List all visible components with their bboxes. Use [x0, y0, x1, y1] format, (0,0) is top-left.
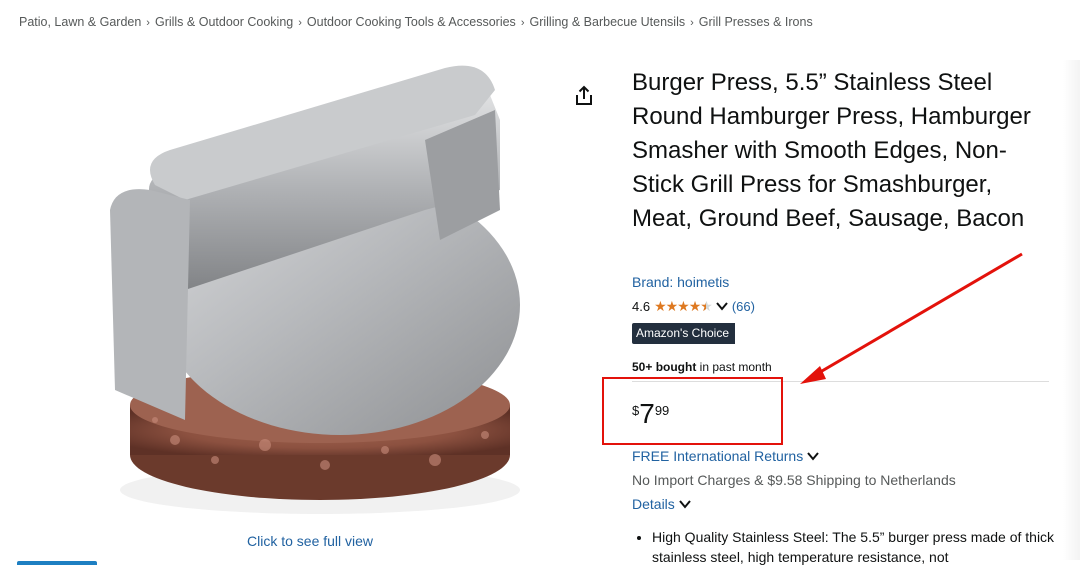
breadcrumb-separator: › — [520, 17, 525, 29]
rating-count-link[interactable]: (66) — [732, 299, 755, 314]
annotation-highlight-box — [602, 377, 783, 445]
brand-link[interactable]: Brand: hoimetis — [632, 274, 729, 290]
burger-press-image — [110, 65, 520, 514]
star-rating-icon[interactable]: ★★★★★★ — [654, 298, 713, 315]
product-title: Burger Press, 5.5” Stainless Steel Round… — [632, 69, 1031, 232]
breadcrumb-separator: › — [298, 17, 302, 29]
product-image[interactable] — [95, 60, 535, 525]
breadcrumb-separator: › — [146, 17, 150, 29]
breadcrumb-item-utensils[interactable]: Grilling & Barbecue Utensils — [529, 15, 685, 29]
breadcrumb-item-grill-presses[interactable]: Grill Presses & Irons — [699, 15, 813, 29]
details-label: Details — [632, 496, 675, 512]
feature-bullets: High Quality Stainless Steel: The 5.5” b… — [632, 527, 1062, 567]
share-icon[interactable] — [572, 84, 596, 108]
breadcrumb-item-patio[interactable]: Patio, Lawn & Garden — [19, 15, 141, 29]
free-returns-link[interactable]: FREE International Returns — [632, 448, 819, 464]
returns-label: FREE International Returns — [632, 448, 804, 464]
annotation-arrow — [800, 252, 1023, 384]
feature-bullet: High Quality Stainless Steel: The 5.5” b… — [652, 527, 1062, 567]
rating-row: 4.6 ★★★★★★ (66) — [632, 298, 755, 315]
breadcrumb-separator: › — [690, 17, 694, 29]
bought-in-past-month: 50+ bought in past month — [632, 360, 772, 374]
chevron-down-icon — [678, 496, 691, 512]
bought-suffix: in past month — [696, 360, 772, 374]
amazons-choice-badge: Amazon's Choice — [632, 323, 735, 344]
rating-value: 4.6 — [632, 299, 651, 314]
chevron-down-icon — [807, 448, 819, 464]
breadcrumb-item-cooking-tools[interactable]: Outdoor Cooking Tools & Accessories — [307, 15, 516, 29]
shipping-info: No Import Charges & $9.58 Shipping to Ne… — [632, 472, 956, 488]
breadcrumb: Patio, Lawn & Garden › Grills & Outdoor Co… — [19, 15, 813, 29]
page-edge-shadow — [1063, 60, 1080, 560]
bought-count: 50+ bought — [632, 360, 697, 374]
thumbnail-indicator[interactable] — [17, 561, 97, 565]
see-full-view-link[interactable]: Click to see full view — [247, 533, 373, 549]
details-link[interactable]: Details — [632, 496, 691, 512]
breadcrumb-item-grills[interactable]: Grills & Outdoor Cooking — [155, 15, 293, 29]
chevron-down-icon[interactable] — [716, 299, 728, 314]
